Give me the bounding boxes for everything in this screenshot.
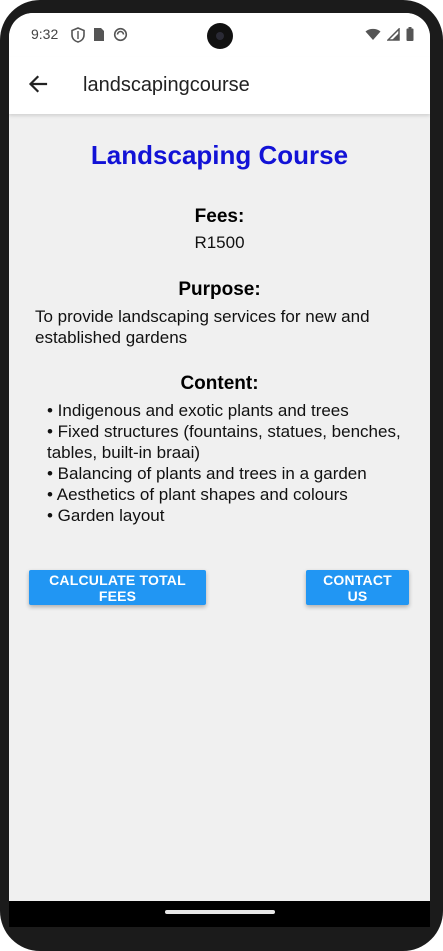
purpose-heading: Purpose: <box>178 279 261 300</box>
list-item: • Aesthetics of plant shapes and colours <box>47 485 348 504</box>
app-bar: landscapingcourse <box>9 57 430 114</box>
navigation-bar <box>9 901 430 927</box>
purpose-text: To provide landscaping services for new … <box>35 307 370 347</box>
status-time: 9:32 <box>31 26 59 42</box>
list-item: • Indigenous and exotic plants and trees <box>47 401 349 420</box>
back-button[interactable] <box>23 71 53 101</box>
status-bar: 9:32 <box>9 13 430 57</box>
list-item: • Balancing of plants and trees in a gar… <box>47 464 367 483</box>
contact-us-button[interactable]: CONTACT US <box>306 570 409 605</box>
fees-value: R1500 <box>194 233 245 252</box>
wifi-icon <box>365 28 381 46</box>
front-camera <box>207 23 233 49</box>
screen: 9:32 landscapingcourse Landscaping Cours… <box>9 13 430 927</box>
status-icons-left <box>71 27 128 48</box>
content-list: • Indigenous and exotic plants and trees… <box>47 400 407 526</box>
calculate-total-fees-button[interactable]: CALCULATE TOTAL FEES <box>29 570 206 605</box>
data-saver-icon <box>113 27 128 48</box>
vpn-shield-icon <box>71 27 85 48</box>
page-title: Landscaping Course <box>90 140 349 170</box>
list-item: • Garden layout <box>47 506 165 525</box>
battery-icon <box>406 27 414 46</box>
status-icons-right <box>365 26 414 46</box>
list-item: • Fixed structures (fountains, statues, … <box>47 422 401 462</box>
home-gesture-handle[interactable] <box>165 910 275 914</box>
app-bar-title: landscapingcourse <box>83 74 250 96</box>
device-frame: 9:32 landscapingcourse Landscaping Cours… <box>0 0 443 951</box>
signal-icon <box>386 26 400 46</box>
arrow-left-icon <box>28 74 48 98</box>
sim-card-icon <box>93 27 105 48</box>
content-heading: Content: <box>180 373 259 394</box>
fees-heading: Fees: <box>194 206 245 227</box>
